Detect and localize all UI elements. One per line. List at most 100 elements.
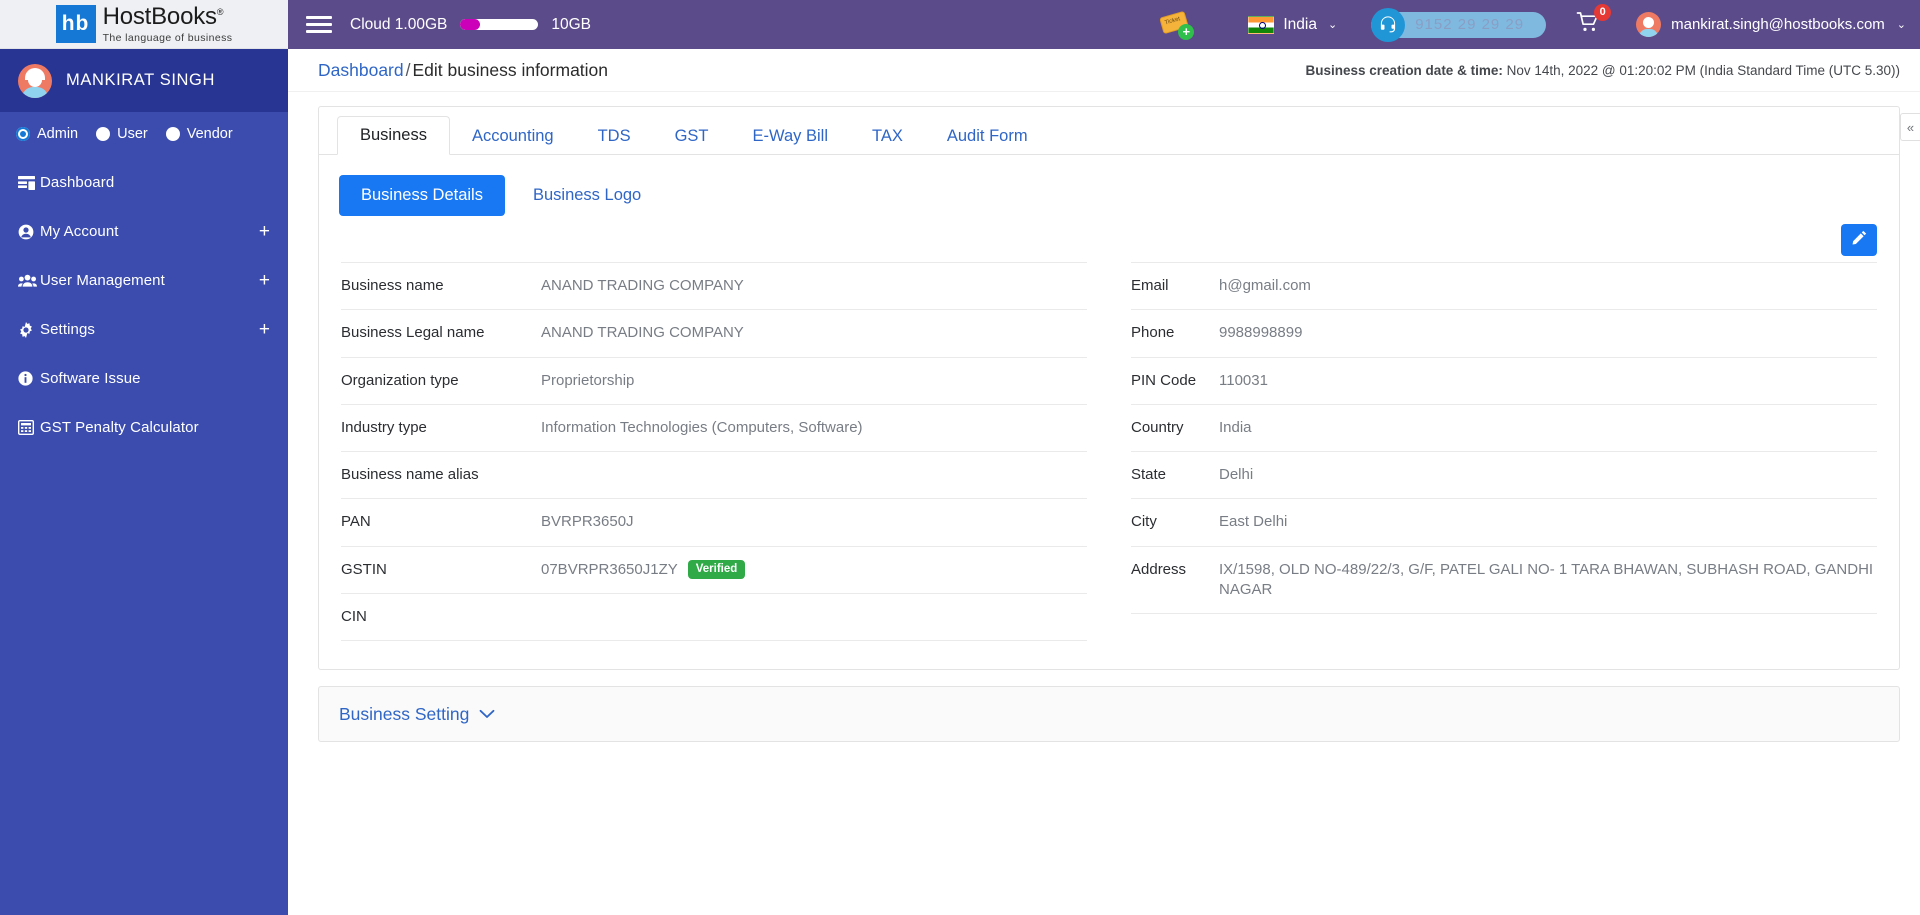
role-option-user[interactable]: User — [96, 126, 148, 142]
gear-icon — [18, 321, 40, 338]
field-label-business-legal-name: Business Legal name — [341, 324, 485, 342]
panel-wrapper: Business Accounting TDS GST E-Way Bill T… — [288, 106, 1920, 742]
sidebar: hb HostBooks® The language of business M… — [0, 0, 288, 915]
field-label-state: State — [1131, 466, 1167, 483]
sidebar-item-gst-penalty-calculator[interactable]: GST Penalty Calculator — [0, 403, 288, 452]
top-bar: Cloud 1.00GB 10GB + India ⌄ — [288, 0, 1920, 49]
sidebar-nav: Dashboard My Account + User Management +… — [0, 154, 288, 452]
subtab-business-logo[interactable]: Business Logo — [511, 175, 663, 216]
user-menu[interactable]: mankirat.singh@hostbooks.com ⌄ — [1636, 12, 1906, 37]
sidebar-item-my-account[interactable]: My Account + — [0, 207, 288, 256]
sidebar-item-dashboard[interactable]: Dashboard — [0, 158, 288, 207]
chevron-down-icon-business-setting — [479, 706, 495, 723]
sidebar-item-software-issue[interactable]: Software Issue — [0, 354, 288, 403]
field-value-country: India — [1219, 418, 1252, 436]
expand-icon-my-account[interactable]: + — [259, 222, 270, 241]
field-row-business-legal-name: Business Legal name ANAND TRADING COMPAN… — [341, 310, 1087, 358]
business-setting-label: Business Setting — [339, 703, 470, 724]
field-label-city: City — [1131, 513, 1157, 531]
field-value-address: IX/1598, OLD NO-489/22/3, G/F, PATEL GAL… — [1219, 560, 1874, 598]
user-email-label: mankirat.singh@hostbooks.com — [1671, 16, 1885, 33]
field-value-pin-code: 110031 — [1219, 371, 1268, 389]
status-badge-verified: Verified — [687, 560, 746, 579]
add-ticket-icon[interactable]: + — [1159, 10, 1195, 40]
field-value-organization-type: Proprietorship — [541, 371, 635, 389]
cloud-usage-label: Cloud 1.00GB — [350, 15, 448, 33]
country-selector[interactable]: India ⌄ — [1248, 15, 1337, 34]
role-selector: Admin User Vendor — [0, 112, 288, 154]
plus-badge-icon: + — [1178, 23, 1195, 40]
sidebar-item-settings[interactable]: Settings + — [0, 305, 288, 354]
breadcrumb-link-dashboard[interactable]: Dashboard — [318, 60, 404, 80]
sidebar-item-user-management[interactable]: User Management + — [0, 256, 288, 305]
business-setting-accordion[interactable]: Business Setting — [318, 686, 1900, 742]
content-area: Dashboard / Edit business information Busi… — [288, 49, 1920, 915]
user-avatar-icon — [1636, 12, 1662, 37]
expand-icon-user-management[interactable]: + — [259, 271, 270, 290]
field-row-pin-code: PIN Code 110031 — [1131, 358, 1877, 405]
tab-accounting[interactable]: Accounting — [450, 118, 576, 155]
field-row-gstin: GSTIN 07BVRPR3650J1ZY Verified — [341, 547, 1087, 594]
subtab-bar: Business Details Business Logo — [319, 155, 1899, 216]
sidebar-item-label-user-management: User Management — [40, 272, 165, 289]
field-row-country: Country India — [1131, 405, 1877, 452]
field-label-email: Email — [1131, 277, 1169, 294]
tab-tax[interactable]: TAX — [850, 118, 925, 155]
role-option-vendor[interactable]: Vendor — [165, 126, 233, 142]
field-value-email: h@gmail.com — [1219, 277, 1311, 294]
breadcrumb-separator: / — [405, 59, 411, 80]
cart-icon[interactable]: 0 — [1576, 4, 1612, 38]
info-icon — [18, 371, 40, 386]
cloud-usage-fill — [460, 19, 480, 30]
sidebar-profile[interactable]: MANKIRAT SINGH — [0, 49, 288, 112]
tab-audit-form[interactable]: Audit Form — [925, 118, 1050, 155]
hamburger-icon[interactable] — [306, 16, 332, 33]
support-phone-widget[interactable]: 9152 29 29 29 — [1371, 7, 1547, 42]
role-label-user: User — [117, 126, 148, 142]
business-creation-value: Nov 14th, 2022 @ 01:20:02 PM (India Stan… — [1506, 62, 1900, 78]
registered-mark-icon: ® — [216, 6, 224, 17]
field-value-business-name: ANAND TRADING COMPANY — [541, 277, 744, 294]
radio-admin-icon[interactable] — [16, 127, 30, 141]
details-columns: Business name ANAND TRADING COMPANY Busi… — [319, 256, 1899, 669]
hb-logo-mark: hb — [55, 4, 96, 43]
business-card: Business Accounting TDS GST E-Way Bill T… — [318, 106, 1900, 670]
chevron-double-left-icon[interactable]: « — [1900, 113, 1920, 141]
breadcrumb: Dashboard / Edit business information — [318, 60, 608, 81]
tab-tds[interactable]: TDS — [576, 118, 653, 155]
brand-logo[interactable]: hb HostBooks® The language of business — [0, 0, 288, 49]
field-value-phone: 9988998899 — [1219, 324, 1303, 342]
breadcrumb-current: Edit business information — [412, 59, 609, 80]
field-label-business-name: Business name — [341, 277, 444, 294]
brand-name: HostBooks® — [102, 2, 233, 30]
subtab-business-details[interactable]: Business Details — [339, 175, 505, 216]
breadcrumb-bar: Dashboard / Edit business information Busi… — [288, 49, 1920, 92]
edit-button[interactable] — [1841, 224, 1877, 256]
role-option-admin[interactable]: Admin — [16, 126, 78, 142]
tab-gst[interactable]: GST — [653, 118, 731, 155]
field-label-cin: CIN — [341, 607, 367, 625]
field-label-address: Address — [1131, 560, 1187, 578]
user-circle-icon — [18, 224, 40, 240]
profile-name: MANKIRAT SINGH — [66, 71, 215, 89]
india-flag-icon — [1248, 15, 1275, 34]
radio-vendor-icon[interactable] — [165, 127, 180, 141]
tab-business[interactable]: Business — [337, 116, 450, 155]
brand-tagline: The language of business — [102, 31, 233, 44]
tab-eway-bill[interactable]: E-Way Bill — [731, 118, 850, 155]
sidebar-item-label-software-issue: Software Issue — [40, 370, 141, 387]
main-region: Cloud 1.00GB 10GB + India ⌄ — [288, 0, 1920, 915]
country-label: India — [1283, 15, 1317, 33]
field-row-phone: Phone 9988998899 — [1131, 310, 1877, 358]
field-row-business-name: Business name ANAND TRADING COMPANY — [341, 262, 1087, 311]
avatar — [18, 63, 52, 98]
field-row-organization-type: Organization type Proprietorship — [341, 358, 1087, 405]
brand-name-text: HostBooks — [102, 2, 217, 30]
field-value-city: East Delhi — [1219, 513, 1288, 531]
users-icon — [18, 274, 40, 288]
business-creation-label: Business creation date & time: — [1305, 62, 1503, 78]
expand-icon-settings[interactable]: + — [259, 320, 270, 339]
radio-user-icon[interactable] — [96, 127, 111, 141]
field-row-pan: PAN BVRPR3650J — [341, 499, 1087, 547]
field-label-pan: PAN — [341, 513, 371, 531]
